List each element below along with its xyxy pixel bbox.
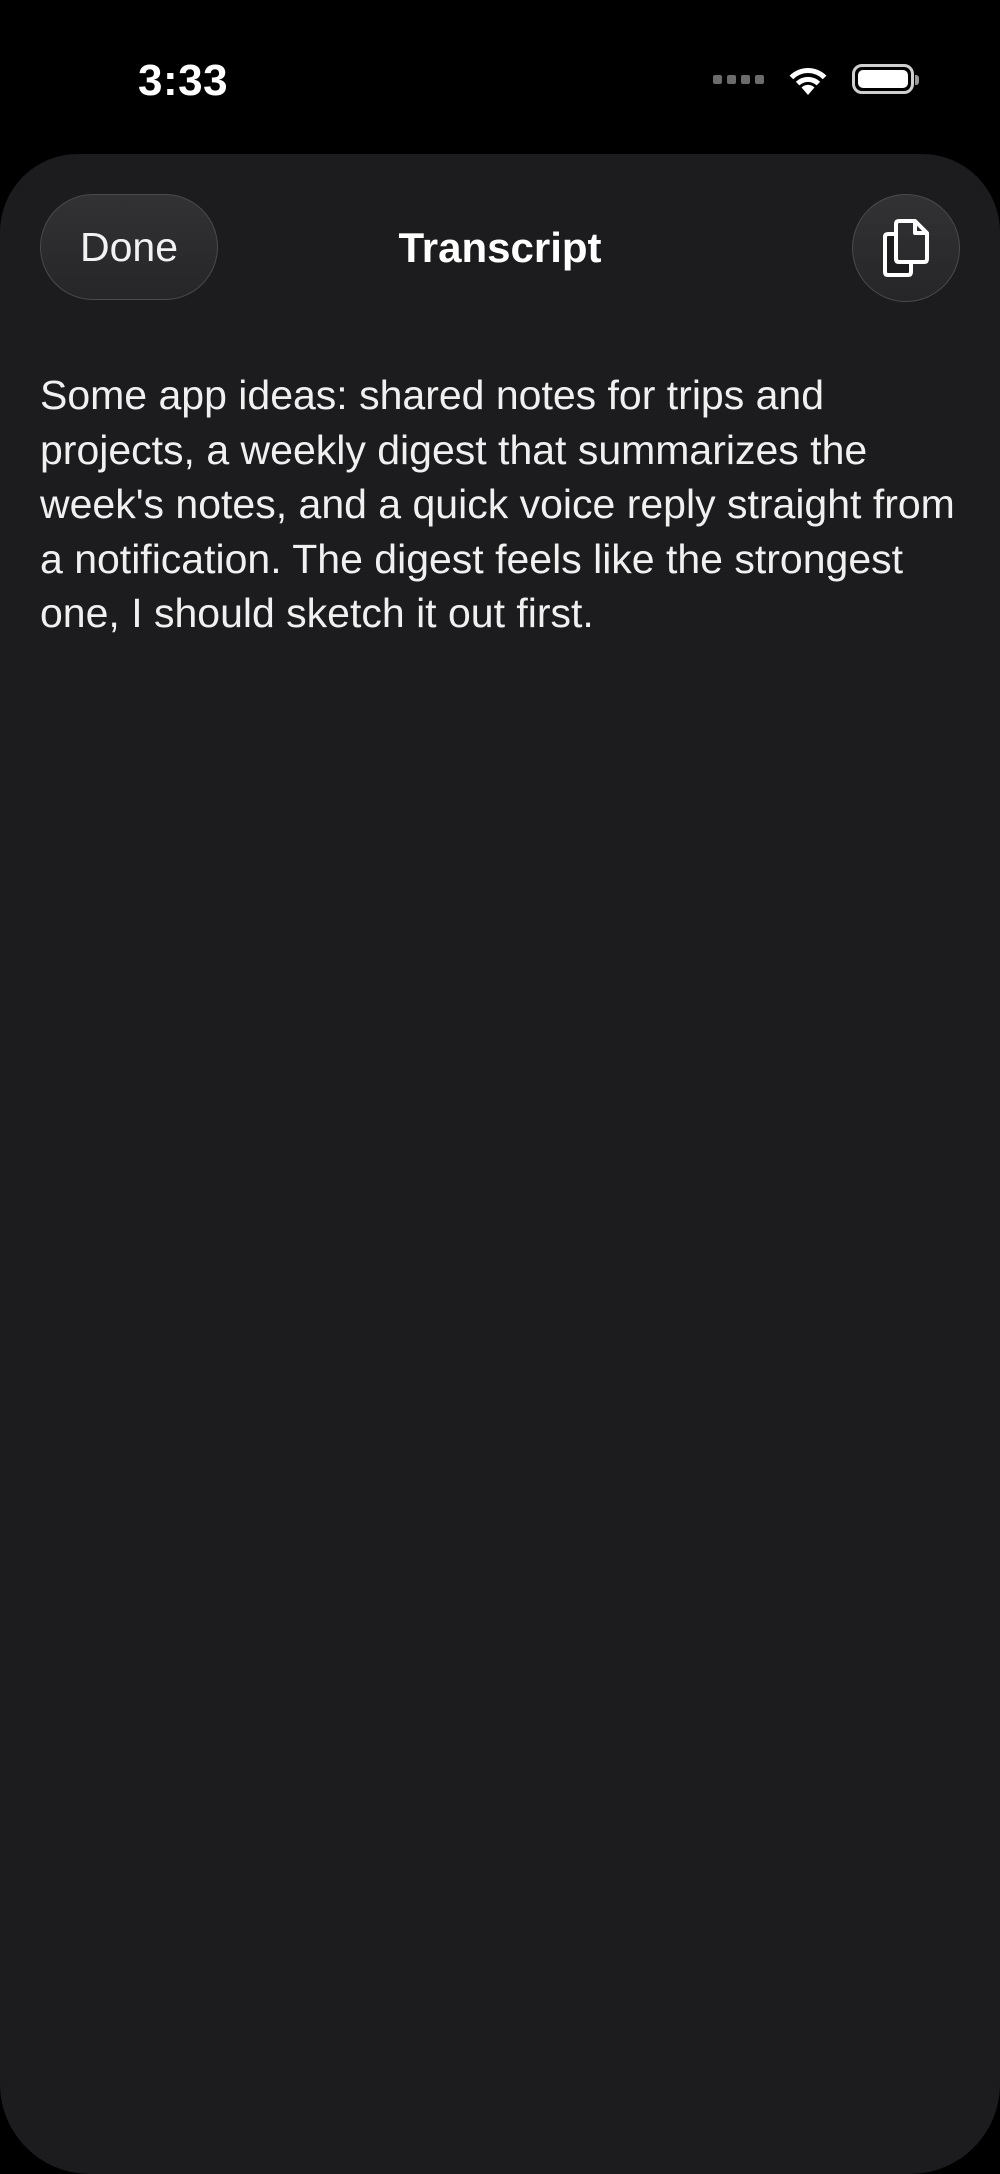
page-title: Transcript <box>398 224 602 271</box>
transcript-text: Some app ideas: shared notes for trips a… <box>40 372 955 636</box>
status-time: 3:33 <box>138 56 229 105</box>
battery-icon <box>852 64 919 94</box>
transcript-sheet: Done Transcript Some app ideas: shared n… <box>0 154 1000 2174</box>
copy-button[interactable] <box>852 194 960 302</box>
signal-dots-icon <box>713 74 764 84</box>
wifi-icon <box>789 67 827 95</box>
copy-icon <box>883 219 929 277</box>
status-bar: 3:33 <box>0 0 1000 150</box>
status-icons <box>713 62 919 96</box>
